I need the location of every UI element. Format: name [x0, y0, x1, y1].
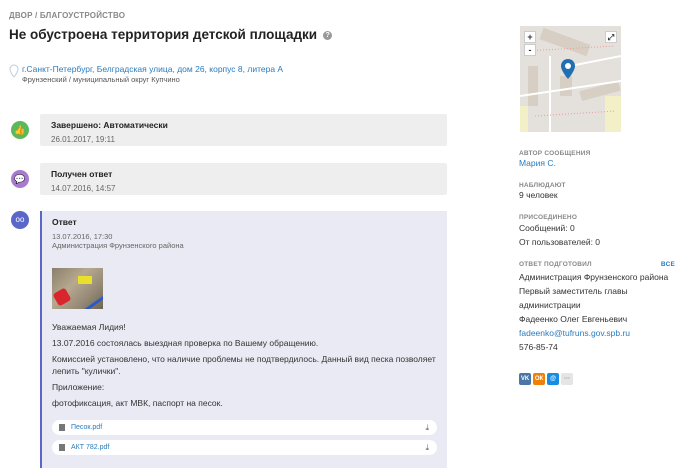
thumbs-up-icon: 👍 [11, 121, 29, 139]
answer-card: Ответ 13.07.2016, 17:30 Администрация Фр… [40, 211, 447, 468]
joined-users: От пользователей: 0 [519, 237, 601, 247]
file-name[interactable]: Песок.pdf [71, 424, 102, 431]
email-link[interactable]: fadeenko@tufruns.gov.spb.ru [519, 326, 679, 340]
paragraph: фотофиксация, акт МВК, паспорт на песок. [52, 398, 223, 408]
file-attachment[interactable]: Песок.pdf ⤓ [52, 420, 437, 435]
file-icon [59, 424, 65, 431]
file-icon [59, 444, 65, 451]
paragraph: Комиссией установлено, что наличие пробл… [52, 354, 436, 376]
chat-icon: 💬 [11, 170, 29, 188]
timeline-title: Получен ответ [51, 169, 113, 179]
timeline-date: 26.01.2017, 19:11 [51, 135, 115, 144]
watchers-count: 9 человек [519, 190, 558, 200]
breadcrumb[interactable]: ДВОР / БЛАГОУСТРОЙСТВО [9, 11, 125, 20]
fullscreen-icon[interactable]: ⤢ [605, 31, 617, 43]
help-icon[interactable]: ? [323, 30, 333, 40]
author-link[interactable]: Мария С. [519, 157, 679, 170]
district: Фрунзенский / муниципальный округ Купчин… [22, 75, 180, 84]
zoom-out-button[interactable]: - [524, 44, 536, 56]
timeline-title: Завершено: Автоматически [51, 120, 168, 130]
ok-share-button[interactable]: ОК [533, 373, 545, 385]
download-icon[interactable]: ⤓ [425, 443, 429, 453]
prepared-person: Фадеенко Олег Евгеньевич [519, 314, 628, 324]
answer-title: Ответ [52, 217, 77, 227]
page-title: Не обустроена территория детской площадк… [9, 27, 333, 42]
address-link[interactable]: г.Санкт-Петербург, Белградская улица, до… [22, 64, 283, 74]
prepared-header: ОТВЕТ ПОДГОТОВИЛ ВСЕ [519, 261, 675, 268]
paragraph: Уважаемая Лидия! [52, 322, 126, 332]
file-attachment[interactable]: АКТ 782.pdf ⤓ [52, 440, 437, 455]
map[interactable]: + - ⤢ [520, 26, 621, 132]
all-link[interactable]: ВСЕ [661, 261, 675, 268]
author-label: АВТОР СООБЩЕНИЯ [519, 150, 591, 157]
answer-photo[interactable] [52, 268, 103, 309]
prepared-org: Администрация Фрунзенского района [519, 272, 669, 282]
mail-share-button[interactable]: @ [547, 373, 559, 385]
title-text: Не обустроена территория детской площадк… [9, 27, 318, 42]
prepared-label: ОТВЕТ ПОДГОТОВИЛ [519, 261, 592, 268]
prepared-position: Первый заместитель главы администрации [519, 286, 628, 310]
paragraph: Приложение: [52, 382, 105, 392]
map-marker-icon[interactable] [561, 59, 575, 79]
more-share-button[interactable]: ··· [561, 373, 573, 385]
timeline-item-completed: Завершено: Автоматически 26.01.2017, 19:… [40, 114, 447, 146]
social-share: VK ОК @ ··· [519, 367, 679, 385]
vk-share-button[interactable]: VK [519, 373, 531, 385]
zoom-in-button[interactable]: + [524, 31, 536, 43]
paragraph: 13.07.2016 состоялась выездная проверка … [52, 338, 319, 348]
answer-text: Уважаемая Лидия! 13.07.2016 состоялась в… [52, 321, 437, 409]
joined-label: ПРИСОЕДИНЕНО [519, 214, 578, 221]
file-name[interactable]: АКТ 782.pdf [71, 444, 109, 451]
timeline-date: 14.07.2016, 14:57 [51, 184, 116, 193]
timeline-item-response-received: Получен ответ 14.07.2016, 14:57 [40, 163, 447, 195]
download-icon[interactable]: ⤓ [425, 423, 429, 433]
sidebar: АВТОР СООБЩЕНИЯ Мария С. НАБЛЮДАЮТ 9 чел… [519, 150, 679, 385]
watchers-label: НАБЛЮДАЮТ [519, 182, 566, 189]
answer-date: 13.07.2016, 17:30 [52, 232, 113, 241]
answer-icon: oo [11, 211, 29, 229]
location-pin-icon [9, 64, 19, 78]
answer-author: Администрация Фрунзенского района [52, 241, 184, 250]
phone: 576-85-74 [519, 342, 558, 352]
joined-messages: Сообщений: 0 [519, 223, 575, 233]
